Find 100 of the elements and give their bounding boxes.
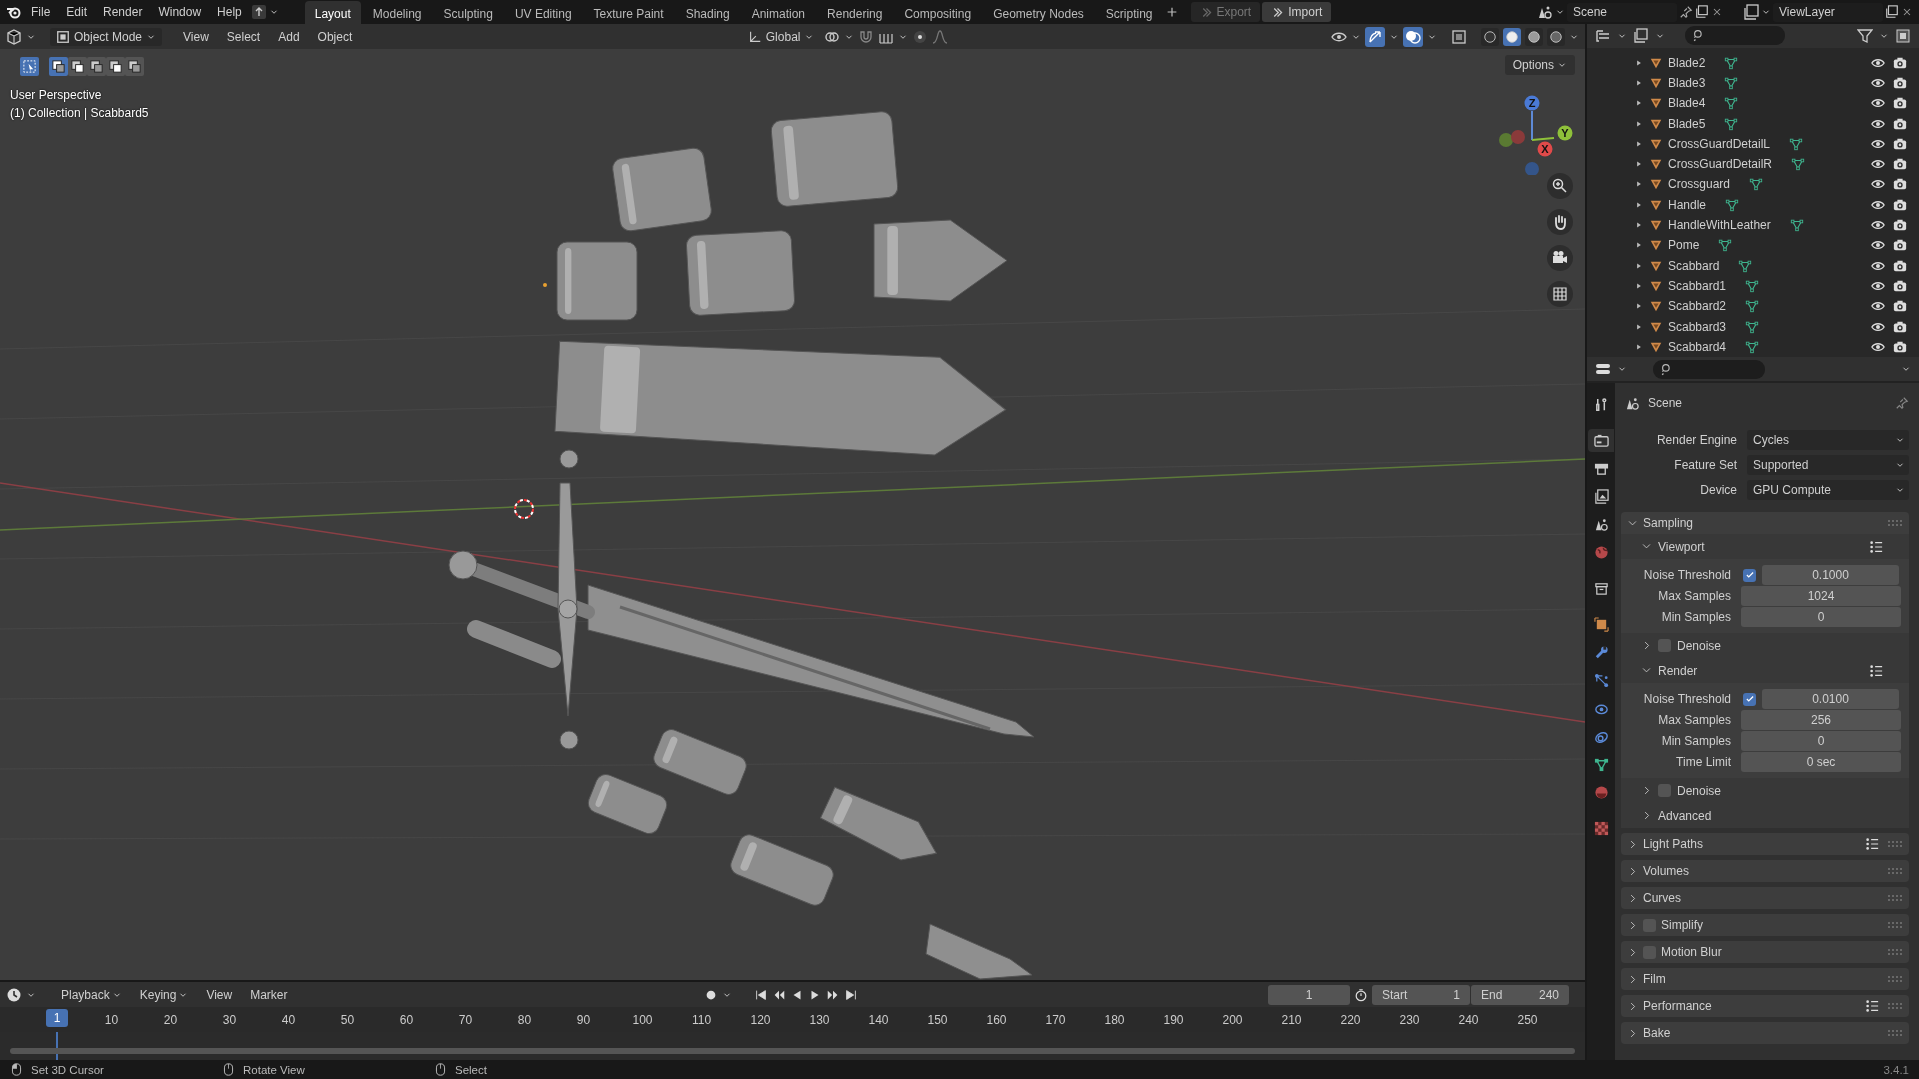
number-field[interactable]: 0 sec (1741, 752, 1901, 772)
clock-editor-icon[interactable] (6, 986, 22, 1003)
menu-item[interactable]: Window (151, 2, 209, 22)
filter-icon[interactable] (1857, 27, 1873, 44)
upload-icon[interactable] (250, 4, 267, 20)
xray-icon[interactable] (1451, 28, 1467, 45)
preset-list-icon[interactable] (1865, 837, 1879, 851)
gizmo-axis-handle[interactable]: Y (1557, 125, 1573, 141)
camera-icon[interactable] (1893, 116, 1907, 131)
options-dropdown[interactable]: Options (1504, 55, 1575, 75)
image-stack-icon[interactable] (1743, 4, 1759, 20)
panel-header[interactable]: Volumes (1643, 864, 1690, 878)
view-layer-field[interactable]: ViewLayer (1773, 2, 1883, 22)
preset-list-icon[interactable] (1865, 999, 1879, 1013)
outliner-item[interactable]: Crossguard (1668, 177, 1731, 192)
menu-item[interactable]: Keying (132, 984, 196, 1005)
outliner-item[interactable]: Blade5 (1668, 116, 1706, 131)
checkbox[interactable] (1743, 692, 1756, 706)
select-tool-icon[interactable] (22, 59, 37, 74)
proportional-icon[interactable] (912, 28, 929, 45)
pin-icon[interactable] (1895, 396, 1909, 410)
gizmo-arrows-icon[interactable] (1367, 28, 1383, 45)
workspace-tab[interactable]: Layout (304, 1, 361, 25)
camera-icon[interactable] (1893, 278, 1907, 293)
camera-icon[interactable] (1893, 136, 1907, 151)
outliner-item[interactable]: Handle (1668, 197, 1707, 212)
close-icon[interactable] (1901, 6, 1913, 18)
properties-tab[interactable] (1588, 429, 1614, 452)
menu-item[interactable]: View (199, 984, 240, 1005)
outliner-item[interactable]: HandleWithLeather (1668, 218, 1771, 233)
outliner-item[interactable]: Blade3 (1668, 76, 1706, 90)
subpanel-header[interactable]: Denoise (1677, 783, 1722, 798)
camera-icon[interactable] (1893, 238, 1907, 253)
gizmo-axis-handle[interactable] (1511, 130, 1525, 144)
dropdown-field[interactable]: Cycles (1747, 429, 1909, 450)
zoom-icon[interactable] (1552, 178, 1568, 194)
camera-icon[interactable] (1893, 339, 1907, 354)
gizmo-axis-handle[interactable] (1525, 162, 1539, 175)
workspace-tab[interactable]: Sculpting (433, 1, 503, 25)
panel-header[interactable]: Performance (1643, 999, 1712, 1013)
current-frame-field[interactable]: 1 (1268, 984, 1350, 1005)
menu-item[interactable]: Edit (59, 2, 95, 22)
panel-header[interactable]: Simplify (1661, 918, 1703, 932)
outliner-item[interactable]: Pome (1668, 238, 1700, 253)
close-icon[interactable] (1711, 6, 1723, 18)
outliner-item[interactable]: Scabbard1 (1668, 278, 1727, 293)
workspace-tab[interactable]: Shading (675, 1, 740, 25)
orientation-dropdown[interactable]: Global (741, 27, 821, 46)
eye-icon[interactable] (1871, 76, 1885, 90)
pin-icon[interactable] (1679, 5, 1693, 19)
workspace-tab[interactable]: Rendering (817, 1, 893, 25)
new-collection-icon[interactable] (1895, 27, 1911, 44)
action-button[interactable]: Import (1262, 2, 1332, 22)
workspace-tab[interactable]: UV Editing (504, 1, 582, 25)
dropdown-field[interactable]: GPU Compute (1747, 479, 1909, 500)
stopwatch-icon[interactable] (1354, 987, 1368, 1002)
scene-icon[interactable] (1537, 4, 1553, 20)
menu-item[interactable]: Marker (243, 984, 295, 1005)
playhead[interactable]: 1 (46, 1009, 68, 1027)
number-field[interactable]: 0 (1741, 731, 1901, 751)
duplicate-icon[interactable] (1885, 5, 1899, 19)
menu-item[interactable]: Add (271, 26, 307, 47)
workspace-tab[interactable]: Animation (741, 1, 816, 25)
workspace-tab[interactable]: Texture Paint (583, 1, 674, 25)
scrollbar[interactable] (10, 1048, 1575, 1054)
duplicate-icon[interactable] (1695, 5, 1709, 19)
subpanel-header[interactable]: Render (1658, 663, 1698, 678)
gizmo-axis-handle[interactable]: X (1537, 141, 1553, 157)
workspace-tab[interactable]: Compositing (894, 1, 982, 25)
search-field[interactable] (1653, 359, 1765, 379)
workspace-tab[interactable]: Modeling (362, 1, 432, 25)
checkbox[interactable] (1658, 784, 1671, 797)
preset-list-icon[interactable] (1869, 539, 1883, 554)
overlay-icon[interactable] (1405, 28, 1421, 45)
menu-item[interactable]: Select (219, 26, 268, 47)
mode-dropdown[interactable]: Object Mode (50, 27, 163, 46)
selection-mode-icon[interactable] (127, 59, 142, 74)
panel-header[interactable]: Sampling (1643, 516, 1694, 530)
grid-icon[interactable] (1552, 286, 1568, 302)
hand-icon[interactable] (1552, 214, 1568, 230)
number-field[interactable]: 1024 (1741, 586, 1901, 606)
preset-list-icon[interactable] (1869, 663, 1883, 678)
number-field[interactable]: 0 (1741, 607, 1901, 627)
subpanel-header[interactable]: Advanced (1658, 808, 1712, 823)
camera-icon[interactable] (1893, 157, 1907, 172)
video-camera-icon[interactable] (1552, 250, 1568, 266)
scene-field[interactable]: Scene (1567, 2, 1677, 22)
end-frame-field[interactable]: End 240 (1471, 984, 1569, 1005)
cube-editor-icon[interactable] (6, 28, 22, 45)
workspace-tab[interactable]: Geometry Nodes (983, 1, 1094, 25)
gizmo-axis-handle[interactable] (1499, 133, 1513, 147)
display-mode-icon[interactable] (1633, 27, 1649, 44)
menu-item[interactable]: Render (96, 2, 150, 22)
selection-mode-icon[interactable] (51, 59, 66, 74)
solid-shading-icon[interactable] (1505, 29, 1519, 44)
outliner-item[interactable]: Scabbard3 (1668, 319, 1727, 334)
menu-item[interactable]: File (24, 2, 58, 22)
outliner-item[interactable]: Scabbard (1668, 258, 1720, 273)
selection-mode-icon[interactable] (89, 59, 104, 74)
jump-end-icon[interactable] (844, 987, 859, 1002)
